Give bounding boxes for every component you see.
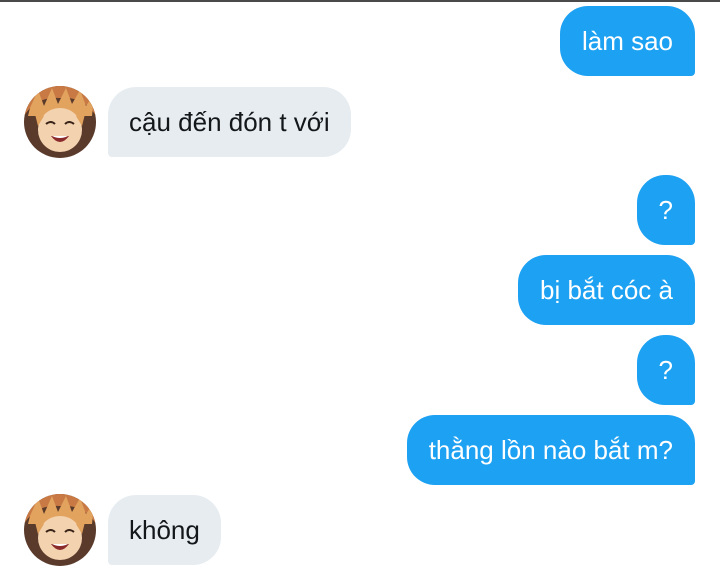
top-divider bbox=[0, 0, 720, 2]
sent-message-bubble[interactable]: bị bắt cóc à bbox=[518, 255, 695, 325]
received-message-bubble[interactable]: cậu đến đón t với bbox=[108, 87, 351, 157]
avatar-image-icon bbox=[24, 494, 96, 566]
avatar[interactable] bbox=[24, 494, 96, 566]
sent-message-bubble[interactable]: ? bbox=[636, 335, 695, 405]
sent-message-bubble[interactable]: thằng lồn nào bắt m? bbox=[406, 415, 695, 485]
sent-message-bubble[interactable]: ? bbox=[636, 175, 695, 245]
avatar[interactable] bbox=[24, 86, 96, 158]
received-message-bubble[interactable]: không bbox=[108, 495, 221, 565]
avatar-image-icon bbox=[24, 86, 96, 158]
sent-message-bubble[interactable]: làm sao bbox=[559, 6, 695, 76]
